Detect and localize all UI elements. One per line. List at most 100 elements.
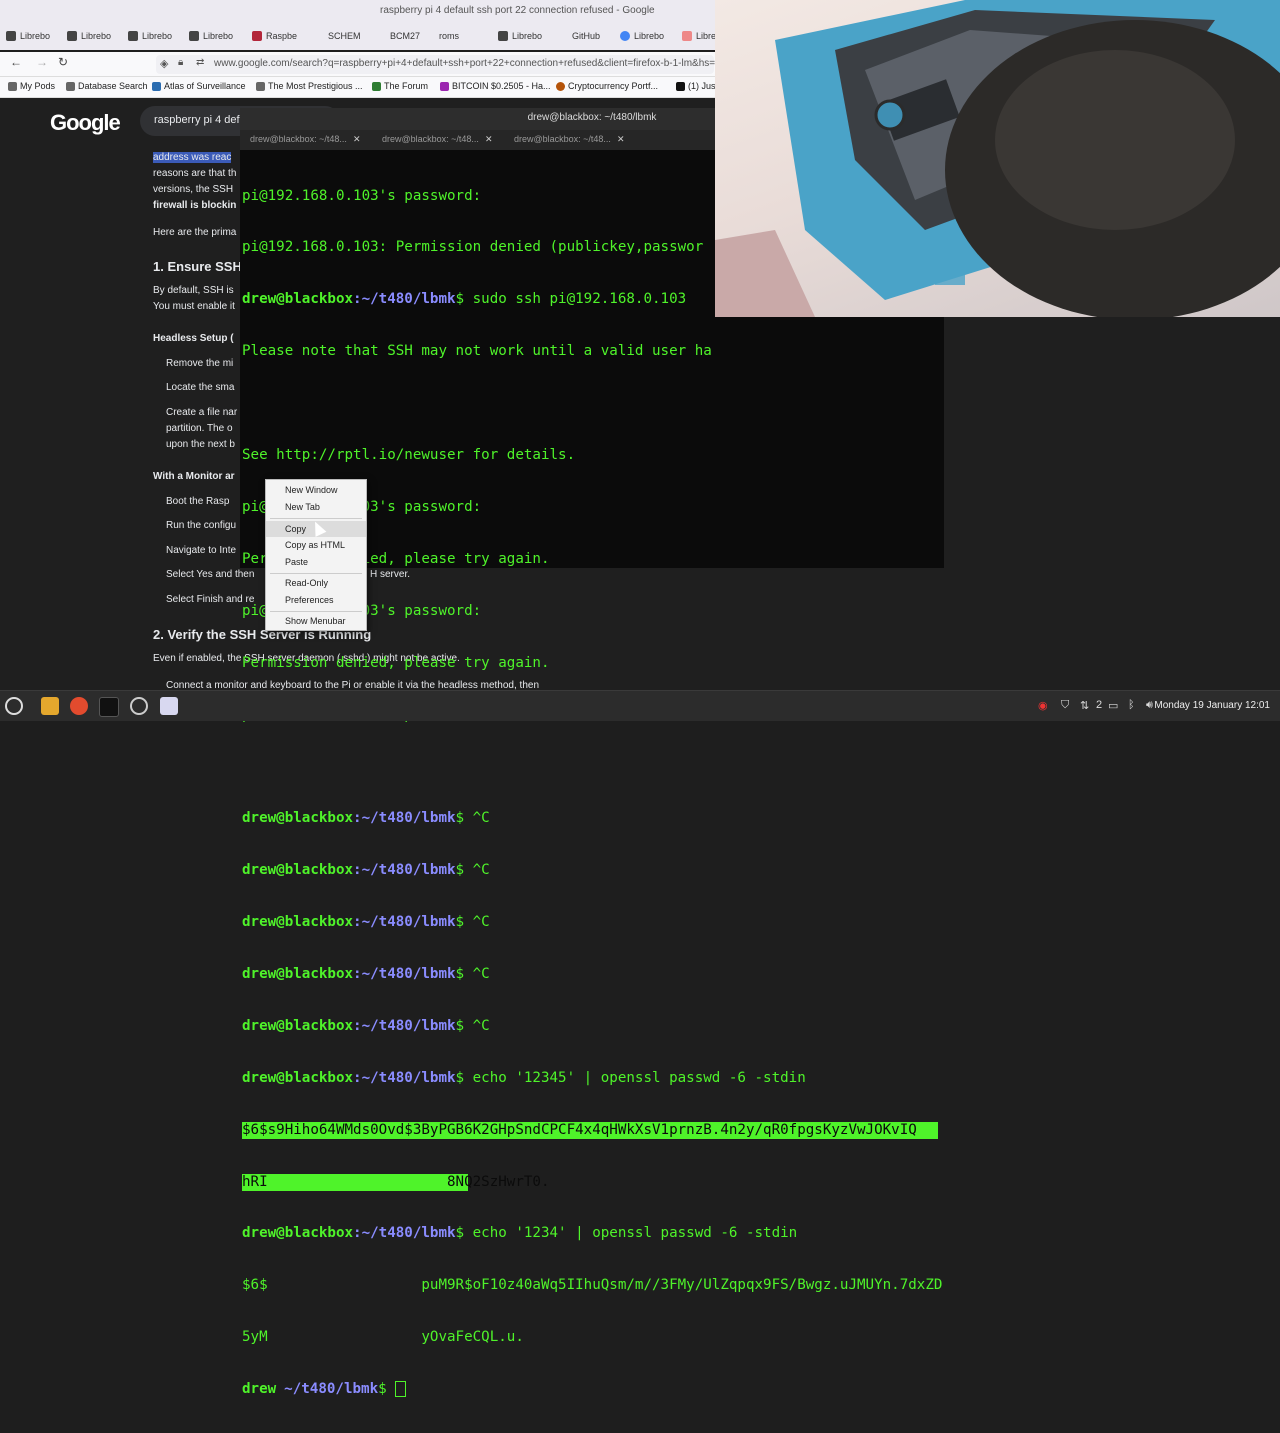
bookmark-item[interactable]: Database Search	[66, 81, 148, 91]
bookmark-item[interactable]: Cryptocurrency Portf...	[556, 81, 658, 91]
forward-icon[interactable]: →	[36, 55, 48, 69]
x-icon	[676, 81, 685, 91]
bullet-text: partition. The o	[166, 423, 233, 434]
menu-item-preferences[interactable]: Preferences	[285, 595, 334, 605]
bookmark-item[interactable]: BITCOIN $0.2505 - Ha...	[440, 81, 551, 91]
shield-icon[interactable]: ⛉	[1061, 699, 1069, 712]
tab-favicon-icon	[425, 31, 435, 41]
result-text: You must enable it	[153, 301, 235, 312]
menu-separator	[270, 518, 362, 519]
webcam-image	[715, 0, 1280, 317]
folder-icon[interactable]	[41, 697, 59, 715]
terminal-line: drew@blackbox:~/t480/lbmk$ echo '12345' …	[242, 1069, 806, 1086]
browser-tab[interactable]: GitHub	[558, 27, 613, 45]
terminal-tab[interactable]: drew@blackbox: ~/t48... ✕	[250, 134, 360, 145]
browser-tab[interactable]: Librebo	[128, 27, 183, 45]
browser-tab[interactable]: BCM27	[376, 27, 421, 45]
bookmark-icon	[440, 81, 449, 91]
bullet-text: Remove the mi	[166, 358, 234, 369]
terminal-tab[interactable]: drew@blackbox: ~/t48... ✕	[382, 134, 492, 145]
browser-tab[interactable]: roms	[425, 27, 465, 45]
bookmark-icon	[372, 81, 381, 91]
prompt-symbol: $	[455, 291, 473, 308]
close-tab-icon[interactable]: ✕	[485, 134, 493, 144]
back-icon[interactable]: ←	[10, 55, 22, 69]
terminal-icon[interactable]	[99, 697, 119, 717]
browser-tab[interactable]: Raspbe	[252, 27, 307, 45]
record-icon[interactable]: ◉	[1038, 699, 1048, 712]
tab-favicon-icon	[682, 31, 692, 41]
chromium-icon[interactable]	[130, 697, 148, 715]
shield-icon[interactable]: ◈	[160, 57, 168, 70]
bullet-text: Navigate to Inte	[166, 545, 237, 556]
start-menu-icon[interactable]	[5, 697, 23, 715]
menu-item-new-tab[interactable]: New Tab	[285, 502, 320, 512]
lock-icon[interactable]: 🔒︎	[178, 57, 183, 68]
result-text: Here are the prima	[153, 227, 237, 238]
selected-hash-text: hRI 8NQ2SzHwrT0.	[242, 1173, 550, 1191]
browser-tab[interactable]: Librebo	[189, 27, 244, 45]
terminal-line: drew@blackbox:~/t480/lbmk$ echo '1234' |…	[242, 1225, 798, 1242]
prompt-path: :~/t480/lbmk	[353, 291, 456, 308]
browser-tab[interactable]: Librebo	[498, 27, 553, 45]
bookmark-item[interactable]: My Pods	[8, 81, 55, 91]
result-text: firewall is blockin	[153, 200, 237, 211]
bookmark-item[interactable]: Atlas of Surveillance	[152, 81, 246, 91]
terminal-line: See http://rptl.io/newuser for details.	[242, 447, 576, 464]
clock[interactable]: Monday 19 January 12:01	[1154, 700, 1270, 711]
bluetooth-icon[interactable]: ᛒ	[1128, 699, 1135, 711]
taskbar: ◉ ⛉ ⇅ 2 ▭ ᛒ 🔊︎ Monday 19 January 12:01	[0, 690, 1280, 721]
tab-favicon-icon	[376, 31, 386, 41]
terminal-tab[interactable]: drew@blackbox: ~/t48... ✕	[514, 134, 624, 145]
menu-separator	[270, 573, 362, 574]
terminal-cursor	[395, 1381, 407, 1398]
bookmark-icon	[256, 81, 265, 91]
tab-favicon-icon	[558, 31, 568, 41]
terminal-line: drew@blackbox:~/t480/lbmk$ ^C	[242, 810, 490, 827]
notification-count: 2	[1096, 699, 1103, 711]
terminal-line: Permission denied, please try again.	[242, 654, 550, 671]
close-tab-icon[interactable]: ✕	[353, 134, 361, 144]
terminal-line: drew@blackbox:~/t480/lbmk$ ^C	[242, 965, 490, 982]
volume-icon[interactable]: 🔊︎	[1146, 699, 1153, 712]
browser-tab[interactable]: Librebo	[682, 27, 715, 45]
firefox-icon[interactable]	[70, 697, 88, 715]
google-logo[interactable]: Google	[50, 110, 121, 136]
menu-item-read-only[interactable]: Read-Only	[285, 578, 328, 588]
menu-item-copy-as-html[interactable]: Copy as HTML	[285, 540, 345, 550]
bullet-text: upon the next b	[166, 439, 235, 450]
close-tab-icon[interactable]: ✕	[617, 134, 625, 144]
bookmark-icon	[8, 81, 17, 91]
network-icon[interactable]: ⇅	[1080, 699, 1089, 712]
browser-tab[interactable]: Librebo	[620, 27, 675, 45]
prompt-user: drew@blackbox	[242, 291, 354, 308]
browser-tab[interactable]: Librebo	[67, 27, 122, 45]
text-editor-icon[interactable]	[160, 697, 178, 715]
bookmark-item[interactable]: The Forum	[372, 81, 428, 91]
tab-favicon-icon	[189, 31, 199, 41]
browser-tab[interactable]: Librebo	[6, 27, 61, 45]
section-heading: 1. Ensure SSH i	[153, 259, 250, 274]
tab-favicon-icon	[128, 31, 138, 41]
bookmark-item[interactable]: (1) Jus	[676, 81, 716, 91]
terminal-line: hRI 8NQ2SzHwrT0.	[242, 1173, 942, 1191]
command-text: sudo ssh pi@192.168.0.103	[472, 291, 687, 308]
bullet-text: Run the configu	[166, 520, 237, 531]
browser-tab[interactable]: SCHEM	[314, 27, 369, 45]
permissions-icon[interactable]: ⇄	[196, 57, 204, 68]
subheading: With a Monitor ar	[153, 471, 235, 482]
window-title: raspberry pi 4 default ssh port 22 conne…	[380, 5, 655, 16]
bookmark-item[interactable]: The Most Prestigious ...	[256, 81, 363, 91]
bullet-text: Boot the Rasp	[166, 496, 230, 507]
menu-item-new-window[interactable]: New Window	[285, 485, 338, 495]
reload-icon[interactable]: ↻	[58, 55, 68, 69]
menu-item-show-menubar[interactable]: Show Menubar	[285, 616, 346, 626]
display-icon[interactable]: ▭	[1108, 699, 1118, 712]
google-favicon-icon	[620, 31, 630, 41]
url-bar[interactable]: ◈ 🔒︎ ⇄ www.google.com/search?q=raspberry…	[156, 55, 732, 74]
terminal-output[interactable]: pi@192.168.0.103's password: pi@192.168.…	[242, 153, 942, 1433]
menu-separator	[270, 611, 362, 612]
highlighted-text: address was reac	[153, 152, 232, 163]
menu-item-paste[interactable]: Paste	[285, 557, 308, 567]
